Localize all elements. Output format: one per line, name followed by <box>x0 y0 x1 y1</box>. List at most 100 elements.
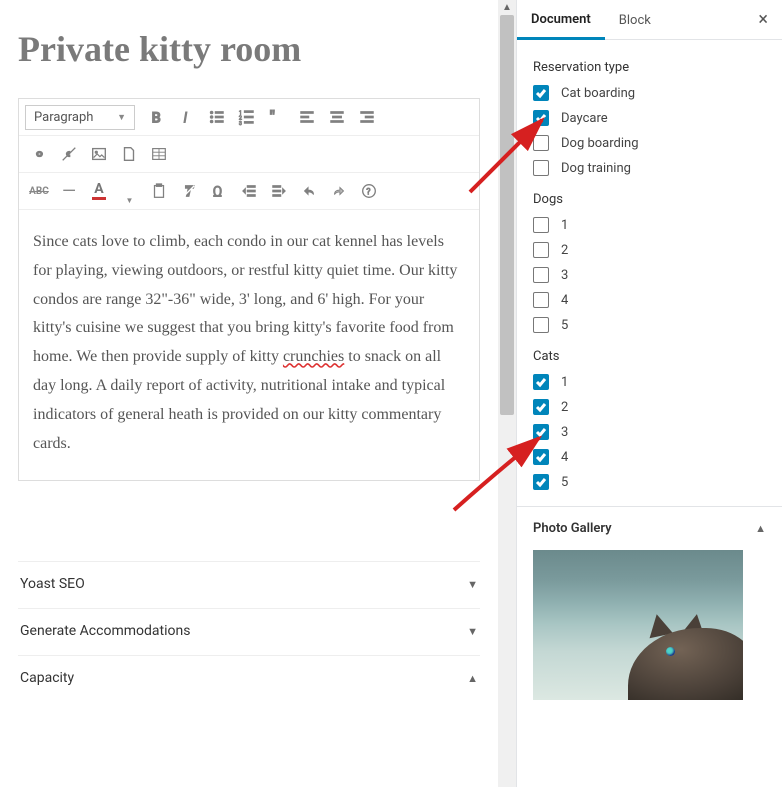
checkbox-label: 5 <box>561 318 568 333</box>
checkbox[interactable] <box>533 135 549 151</box>
capacity-panel[interactable]: Capacity ▲ <box>18 655 480 700</box>
link-button[interactable] <box>25 140 53 168</box>
undo-button[interactable] <box>295 177 323 205</box>
panel-label: Yoast SEO <box>20 576 85 592</box>
close-sidebar-button[interactable]: × <box>744 9 782 30</box>
generate-accommodations-panel[interactable]: Generate Accommodations ▼ <box>18 608 480 653</box>
dogs-list: 1 2 3 4 5 <box>533 217 766 333</box>
panel-label: Generate Accommodations <box>20 623 190 639</box>
horizontal-rule-button[interactable]: — <box>55 177 83 205</box>
checkbox-label: 3 <box>561 268 568 283</box>
checkbox-label: 3 <box>561 425 568 440</box>
align-left-button[interactable] <box>293 103 321 131</box>
checkbox-row[interactable]: 3 <box>533 267 766 283</box>
help-button[interactable]: ? <box>355 177 383 205</box>
checkbox-row[interactable]: 2 <box>533 399 766 415</box>
reservation-type-list: Cat boarding Daycare Dog boarding Dog train… <box>533 85 766 176</box>
checkbox-row[interactable]: 4 <box>533 292 766 308</box>
gallery-thumbnail[interactable] <box>533 550 743 700</box>
tab-block[interactable]: Block <box>605 1 665 38</box>
panel-label: Photo Gallery <box>533 521 612 536</box>
checkbox[interactable] <box>533 399 549 415</box>
chevron-up-icon: ▲ <box>467 672 478 685</box>
number-list-button[interactable]: 123 <box>233 103 261 131</box>
checkbox[interactable] <box>533 424 549 440</box>
insert-image-button[interactable] <box>85 140 113 168</box>
unlink-button[interactable] <box>55 140 83 168</box>
scroll-track[interactable] <box>498 15 516 787</box>
checkbox-label: 4 <box>561 450 568 465</box>
align-right-button[interactable] <box>353 103 381 131</box>
checkbox-row[interactable]: Cat boarding <box>533 85 766 101</box>
strikethrough-button[interactable]: ABC <box>25 177 53 205</box>
redo-button[interactable] <box>325 177 353 205</box>
photo-gallery-panel[interactable]: Photo Gallery ▲ <box>533 521 766 536</box>
reservation-type-label: Reservation type <box>533 60 766 75</box>
tab-document[interactable]: Document <box>517 0 605 40</box>
panel-label: Capacity <box>20 670 74 686</box>
checkbox-row[interactable]: 1 <box>533 217 766 233</box>
table-button[interactable] <box>145 140 173 168</box>
checkbox[interactable] <box>533 317 549 333</box>
checkbox[interactable] <box>533 242 549 258</box>
yoast-seo-panel[interactable]: Yoast SEO ▼ <box>18 561 480 606</box>
editor-content[interactable]: Since cats love to climb, each condo in … <box>19 210 479 480</box>
settings-sidebar: Document Block × Reservation type Cat bo… <box>516 0 782 787</box>
cats-label: Cats <box>533 349 766 364</box>
format-dropdown[interactable]: Paragraph ▼ <box>25 105 135 130</box>
checkbox[interactable] <box>533 374 549 390</box>
format-label: Paragraph <box>34 110 93 125</box>
checkbox-row[interactable]: Dog boarding <box>533 135 766 151</box>
special-char-button[interactable]: Ω <box>205 177 233 205</box>
page-title[interactable]: Private kitty room <box>18 28 480 70</box>
chevron-down-icon: ▼ <box>467 578 478 591</box>
content-text-before: Since cats love to climb, each condo in … <box>33 233 457 365</box>
scroll-up-icon[interactable]: ▲ <box>502 0 512 15</box>
checkbox-row[interactable]: 3 <box>533 424 766 440</box>
spell-error-word: crunchies <box>283 348 344 365</box>
checkbox-label: 4 <box>561 293 568 308</box>
checkbox-label: 2 <box>561 243 568 258</box>
bold-button[interactable]: B <box>143 103 171 131</box>
italic-button[interactable]: I <box>173 103 201 131</box>
scroll-thumb[interactable] <box>500 15 514 415</box>
cats-list: 1 2 3 4 5 <box>533 374 766 490</box>
align-center-button[interactable] <box>323 103 351 131</box>
cat-image <box>623 605 743 700</box>
checkbox-row[interactable]: 5 <box>533 317 766 333</box>
bullet-list-button[interactable] <box>203 103 231 131</box>
blockquote-button[interactable]: " <box>263 103 291 131</box>
checkbox[interactable] <box>533 110 549 126</box>
svg-text:?: ? <box>366 188 370 198</box>
paste-button[interactable] <box>145 177 173 205</box>
checkbox[interactable] <box>533 292 549 308</box>
rich-text-editor: Paragraph ▼ B I 123 " ABC <box>18 98 480 481</box>
outdent-button[interactable] <box>235 177 263 205</box>
checkbox-row[interactable]: 2 <box>533 242 766 258</box>
editor-toolbar-row2 <box>19 136 479 173</box>
checkbox[interactable] <box>533 449 549 465</box>
checkbox-label: 1 <box>561 218 568 233</box>
text-color-button[interactable]: A <box>85 177 113 205</box>
checkbox[interactable] <box>533 217 549 233</box>
checkbox-row[interactable]: Dog training <box>533 160 766 176</box>
checkbox-row[interactable]: 4 <box>533 449 766 465</box>
checkbox-row[interactable]: 5 <box>533 474 766 490</box>
checkbox[interactable] <box>533 474 549 490</box>
file-button[interactable] <box>115 140 143 168</box>
checkbox-label: Cat boarding <box>561 86 635 101</box>
checkbox[interactable] <box>533 267 549 283</box>
indent-button[interactable] <box>265 177 293 205</box>
dogs-label: Dogs <box>533 192 766 207</box>
scrollbar[interactable]: ▲ <box>498 0 516 787</box>
text-color-dropdown[interactable]: ▼ <box>115 177 143 205</box>
clear-format-button[interactable] <box>175 177 203 205</box>
chevron-up-icon: ▲ <box>755 522 766 535</box>
checkbox-label: 1 <box>561 375 568 390</box>
checkbox[interactable] <box>533 85 549 101</box>
checkbox[interactable] <box>533 160 549 176</box>
chevron-down-icon: ▼ <box>117 112 126 123</box>
checkbox-row[interactable]: 1 <box>533 374 766 390</box>
checkbox-label: 2 <box>561 400 568 415</box>
checkbox-row[interactable]: Daycare <box>533 110 766 126</box>
